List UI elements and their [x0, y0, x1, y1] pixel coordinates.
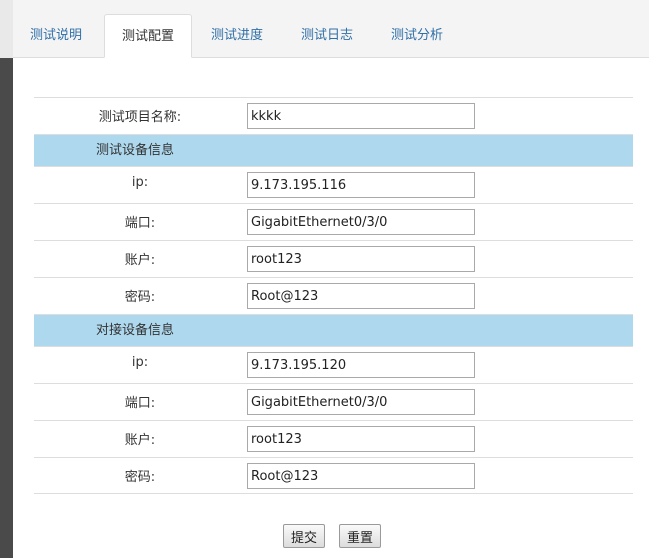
sidebar-top	[0, 0, 13, 58]
config-form: 测试项目名称: 测试设备信息 ip: 端口: 账户: 密码: 对接设备信息 ip…	[34, 97, 633, 494]
section-test-device: 测试设备信息	[34, 134, 633, 166]
row-test-account: 账户:	[34, 240, 633, 277]
test-password-input[interactable]	[247, 283, 475, 309]
row-test-password: 密码:	[34, 277, 633, 314]
test-account-input[interactable]	[247, 246, 475, 272]
reset-button[interactable]: 重置	[339, 524, 382, 548]
row-test-ip: ip:	[34, 166, 633, 203]
test-password-label: 密码:	[124, 290, 156, 305]
test-port-input[interactable]	[247, 209, 475, 235]
section-peer-device: 对接设备信息	[34, 314, 633, 346]
project-name-label: 测试项目名称:	[98, 110, 182, 125]
tab-test-config[interactable]: 测试配置	[104, 14, 192, 58]
sidebar-edge	[0, 58, 13, 558]
peer-password-label: 密码:	[124, 470, 156, 485]
peer-password-input[interactable]	[247, 463, 475, 489]
row-project-name: 测试项目名称:	[34, 97, 633, 134]
tab-test-log[interactable]: 测试日志	[289, 14, 365, 57]
test-port-label: 端口:	[124, 216, 156, 231]
peer-ip-input[interactable]	[247, 352, 475, 378]
peer-account-label: 账户:	[124, 433, 156, 448]
tab-test-description[interactable]: 测试说明	[18, 14, 94, 57]
project-name-input[interactable]	[247, 103, 475, 129]
row-test-port: 端口:	[34, 203, 633, 240]
peer-account-input[interactable]	[247, 426, 475, 452]
tab-test-analysis[interactable]: 测试分析	[379, 14, 455, 57]
row-peer-account: 账户:	[34, 420, 633, 457]
row-peer-port: 端口:	[34, 383, 633, 420]
tab-test-progress[interactable]: 测试进度	[199, 14, 275, 57]
page: 测试说明 测试配置 测试进度 测试日志 测试分析 测试项目名称: 测试设备信息 …	[0, 0, 649, 558]
peer-port-input[interactable]	[247, 389, 475, 415]
submit-button[interactable]: 提交	[283, 524, 326, 548]
test-account-label: 账户:	[124, 253, 156, 268]
peer-ip-label: ip:	[131, 355, 149, 370]
tab-bar: 测试说明 测试配置 测试进度 测试日志 测试分析	[13, 0, 649, 58]
peer-port-label: 端口:	[124, 396, 156, 411]
row-peer-ip: ip:	[34, 346, 633, 383]
row-peer-password: 密码:	[34, 457, 633, 494]
test-ip-label: ip:	[131, 175, 149, 190]
test-ip-input[interactable]	[247, 172, 475, 198]
